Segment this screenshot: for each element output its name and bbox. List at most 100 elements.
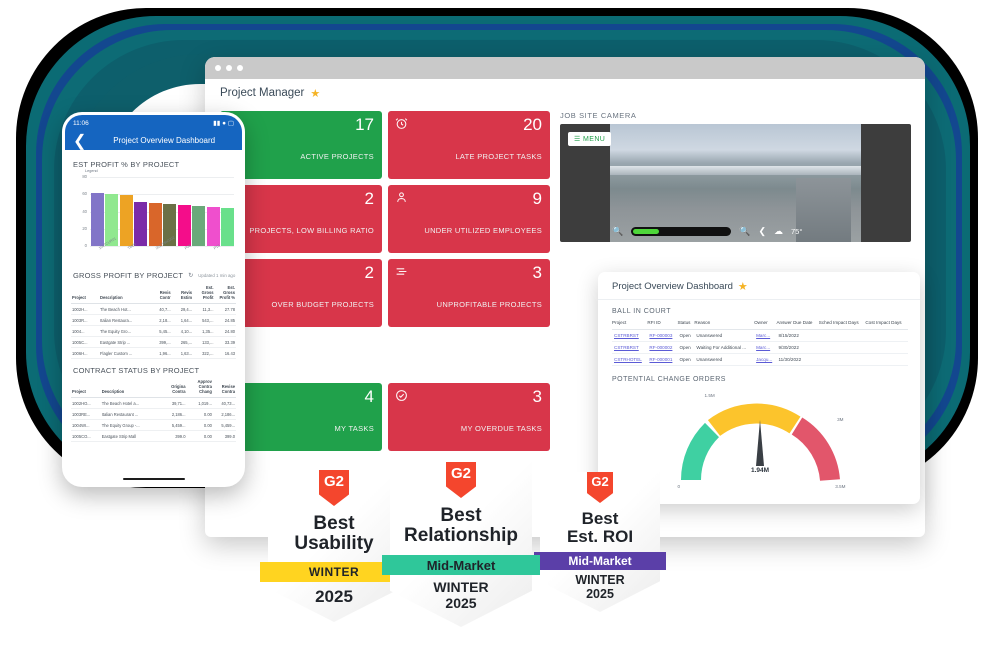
table-cell: 133,... bbox=[193, 336, 215, 348]
window-dot-close[interactable] bbox=[215, 65, 221, 71]
star-icon[interactable]: ★ bbox=[738, 280, 748, 293]
table-cell: 322,... bbox=[193, 347, 215, 359]
owner-link[interactable]: Marc... bbox=[756, 333, 770, 338]
zoom-out-icon[interactable]: 🔍 bbox=[612, 226, 623, 237]
chart-bar bbox=[206, 207, 220, 246]
chart-bar bbox=[148, 202, 162, 246]
gauge-high-label: 3M bbox=[837, 417, 844, 422]
phone-status-icons: ▮▮ ● ▢ bbox=[213, 119, 234, 127]
kpi-value: 2 bbox=[364, 263, 374, 282]
star-icon[interactable]: ★ bbox=[310, 87, 320, 100]
camera-zoom-slider[interactable] bbox=[631, 226, 732, 236]
chart-y-tick: 60 bbox=[82, 191, 87, 197]
owner-link[interactable]: Jacqu... bbox=[756, 357, 772, 362]
table-cell: 5,45... bbox=[148, 325, 172, 337]
phone-status-bar: 11:06 ▮▮ ● ▢ bbox=[65, 115, 242, 131]
table-row[interactable]: 1003R... Italian Restaura... 2,18... 1,64..… bbox=[71, 314, 236, 326]
table-cell: 40,7... bbox=[148, 303, 172, 315]
refresh-icon[interactable]: ↻ bbox=[188, 272, 193, 279]
rfi-link[interactable]: RF-000003 bbox=[649, 333, 672, 338]
rfi-link[interactable]: RF-000001 bbox=[649, 357, 672, 362]
column-header: Revise Contra bbox=[212, 377, 236, 398]
kpi-row-4: 4 MY TASKS 3 MY OVERDUE TASKS bbox=[220, 383, 550, 451]
job-site-camera-feed[interactable]: ☰ MENU 🔍 🔍 ❮ ☁ 75° bbox=[560, 124, 911, 242]
project-link[interactable]: CSTRBRST bbox=[614, 345, 639, 350]
table-row[interactable]: 1003RE... Italian Restaurant ... 2,186... 0… bbox=[71, 408, 236, 420]
kpi-unprofitable-projects[interactable]: 3 UNPROFITABLE PROJECTS bbox=[388, 259, 550, 327]
badge-title-line2: Usability bbox=[294, 533, 374, 554]
g2-badge-best-est-roi: G2 Best Est. ROI Mid-Market WINTER 2025 bbox=[534, 472, 666, 612]
phone-home-indicator bbox=[122, 477, 185, 480]
table-row[interactable]: 1002H... The Beach Hot... 40,7... 29,4... 11… bbox=[71, 303, 236, 315]
camera-controls: 🔍 🔍 ❮ ☁ 75° bbox=[612, 224, 859, 238]
col-rfi-id: RFI ID bbox=[647, 320, 678, 330]
kpi-row-2: 2 PROJECTS, LOW BILLING RATIO 9 UNDER UT… bbox=[220, 185, 550, 253]
page-title: Project Manager bbox=[220, 87, 305, 99]
est-profit-section-title: EST PROFIT % BY PROJECT bbox=[73, 160, 180, 169]
gauge-value-label: 1.94M bbox=[750, 467, 770, 474]
kpi-label: PROJECTS, LOW BILLING RATIO bbox=[249, 226, 374, 235]
phone-status-time: 11:06 bbox=[73, 119, 89, 127]
kpi-label: LATE PROJECT TASKS bbox=[455, 152, 542, 161]
kpi-late-project-tasks[interactable]: 20 LATE PROJECT TASKS bbox=[388, 111, 550, 179]
cost-cell bbox=[865, 341, 908, 354]
ball-in-court-table: Project RFI ID Status Reason Owner Answe… bbox=[612, 320, 908, 366]
table-header-row: Project Description Revis Contr Revis Estim… bbox=[71, 283, 236, 304]
owner-link[interactable]: Marc... bbox=[756, 345, 770, 350]
status-cell: Open bbox=[677, 341, 695, 354]
badge-title-line1: Best bbox=[313, 513, 355, 534]
badge-title-line2: Est. ROI bbox=[566, 527, 634, 546]
kpi-under-utilized-employees[interactable]: 9 UNDER UTILIZED EMPLOYEES bbox=[388, 185, 550, 253]
table-header-row: Project RFI ID Status Reason Owner Answe… bbox=[612, 320, 908, 330]
window-dot-maximize[interactable] bbox=[237, 65, 243, 71]
sched-cell bbox=[818, 329, 866, 342]
project-link[interactable]: CSTRBRST bbox=[614, 333, 639, 338]
table-row[interactable]: 1004WI... The Equity Group -... 5,459... 0.… bbox=[71, 419, 236, 431]
col-project: Project bbox=[612, 320, 648, 330]
table-row[interactable]: 1005CO... Eastgate Strip Mall 399.0 0.00 399… bbox=[71, 430, 236, 442]
share-icon[interactable]: ❮ bbox=[758, 226, 766, 237]
table-cell: 24.85 bbox=[214, 314, 236, 326]
camera-menu-button[interactable]: ☰ MENU bbox=[568, 132, 612, 146]
est-profit-bar-chart: Legend 0 20 40 60 80 1007CUR01 TM03 2017PROJ02… bbox=[71, 169, 236, 266]
window-dot-minimize[interactable] bbox=[226, 65, 232, 71]
col-owner: Owner bbox=[754, 320, 777, 330]
kpi-value: 17 bbox=[355, 115, 374, 134]
table-row[interactable]: CSTRBRST RF-000002 Open Waiting For Addi… bbox=[612, 341, 908, 354]
dashboard-title: Project Overview Dashboard bbox=[612, 281, 733, 292]
project-overview-dashboard-card: Project Overview Dashboard ★ BALL IN COU… bbox=[598, 272, 920, 504]
zoom-in-icon[interactable]: 🔍 bbox=[739, 226, 750, 237]
table-row[interactable]: 1002HO... The Beach Hotel a... 39,71... 1,0… bbox=[71, 397, 236, 409]
table-row[interactable]: 1006H... Flagler Custom ... 1,96... 1,63...… bbox=[71, 347, 236, 359]
status-cell: Open bbox=[677, 353, 695, 366]
chevron-left-icon[interactable]: ❮ bbox=[73, 131, 86, 151]
kpi-value: 3 bbox=[532, 263, 542, 282]
badge-shield: G2 Best Relationship Mid-Market WINTER 2… bbox=[382, 462, 540, 627]
kpi-my-overdue-tasks[interactable]: 3 MY OVERDUE TASKS bbox=[388, 383, 550, 451]
gauge-min-label: 0 bbox=[677, 484, 681, 489]
kpi-value: 2 bbox=[364, 189, 374, 208]
table-cell: 1002HO... bbox=[71, 397, 101, 409]
table-cell: 0.00 bbox=[186, 419, 213, 431]
table-row[interactable]: 1004... The Equity Gro... 5,45... 4,10... 1,… bbox=[71, 325, 236, 337]
table-row[interactable]: CSTRHOTEL RF-000001 Open Unanswered Jacq… bbox=[612, 353, 908, 366]
table-cell: 2,18... bbox=[148, 314, 172, 326]
dashboard-header: Project Overview Dashboard ★ bbox=[598, 272, 920, 300]
contract-status-table: Project Description Origina Contra Approv C… bbox=[71, 377, 236, 442]
badge-title-line1: Best bbox=[581, 509, 619, 528]
sched-cell bbox=[818, 353, 866, 366]
due-date-cell: 11/30/2022 bbox=[776, 353, 819, 366]
table-row[interactable]: 1005C... Eastgate Strip ... 399,... 265,...… bbox=[71, 336, 236, 348]
col-reason: Reason bbox=[694, 320, 755, 330]
column-header: Project bbox=[71, 283, 100, 304]
rfi-link[interactable]: RF-000002 bbox=[649, 345, 672, 350]
due-date-cell: 9/30/2022 bbox=[776, 341, 819, 354]
due-date-cell: 8/15/2022 bbox=[776, 329, 819, 342]
gross-profit-title: GROSS PROFIT BY PROJECT bbox=[73, 271, 184, 280]
kpi-row-3: 2 OVER BUDGET PROJECTS 3 UNPROFITABLE PR… bbox=[220, 259, 550, 327]
screenshot-stage: Project Manager ★ 17 ACTIVE PROJECTS 20 … bbox=[0, 0, 1000, 665]
project-link[interactable]: CSTRHOTEL bbox=[614, 357, 642, 362]
job-site-camera-label: JOB SITE CAMERA bbox=[560, 111, 637, 120]
table-row[interactable]: CSTRBRST RF-000003 Open Unanswered Marc.… bbox=[612, 329, 908, 342]
chart-bar bbox=[119, 194, 133, 246]
